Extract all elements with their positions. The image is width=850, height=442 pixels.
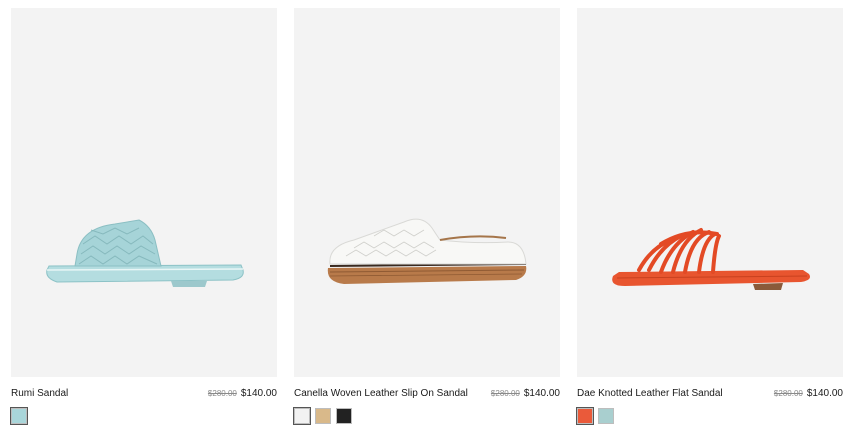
sale-price: $140.00 xyxy=(806,387,843,399)
sandal-image xyxy=(46,219,244,287)
product-image[interactable] xyxy=(577,8,843,377)
sale-price: $140.00 xyxy=(523,387,560,399)
color-swatches xyxy=(576,407,843,425)
swatch-light-blue[interactable] xyxy=(598,408,614,424)
product-card[interactable]: Dae Knotted Leather Flat Sandal $280.00 $… xyxy=(576,8,843,425)
original-price: $280.00 xyxy=(490,388,520,398)
price-group: $280.00 $140.00 xyxy=(208,388,277,399)
original-price: $280.00 xyxy=(207,388,237,398)
product-image[interactable] xyxy=(294,8,560,377)
slip-on-image xyxy=(327,218,527,284)
color-swatches xyxy=(10,407,277,425)
product-card[interactable]: Rumi Sandal $280.00 $140.00 xyxy=(10,8,277,425)
swatch-orange[interactable] xyxy=(576,407,594,425)
product-image[interactable] xyxy=(11,8,277,377)
swatch-black[interactable] xyxy=(336,408,352,424)
original-price: $280.00 xyxy=(773,388,803,398)
color-swatches xyxy=(293,407,560,425)
swatch-white[interactable] xyxy=(293,407,311,425)
product-card[interactable]: Canella Woven Leather Slip On Sandal $28… xyxy=(293,8,560,425)
strappy-sandal-image xyxy=(612,228,810,290)
price-group: $280.00 $140.00 xyxy=(774,388,843,399)
swatch-tan[interactable] xyxy=(315,408,331,424)
swatch-light-blue[interactable] xyxy=(10,407,28,425)
product-name[interactable]: Dae Knotted Leather Flat Sandal xyxy=(577,388,723,399)
sale-price: $140.00 xyxy=(240,387,277,399)
product-name[interactable]: Canella Woven Leather Slip On Sandal xyxy=(294,388,468,399)
price-group: $280.00 $140.00 xyxy=(491,388,560,399)
product-name[interactable]: Rumi Sandal xyxy=(11,388,68,399)
